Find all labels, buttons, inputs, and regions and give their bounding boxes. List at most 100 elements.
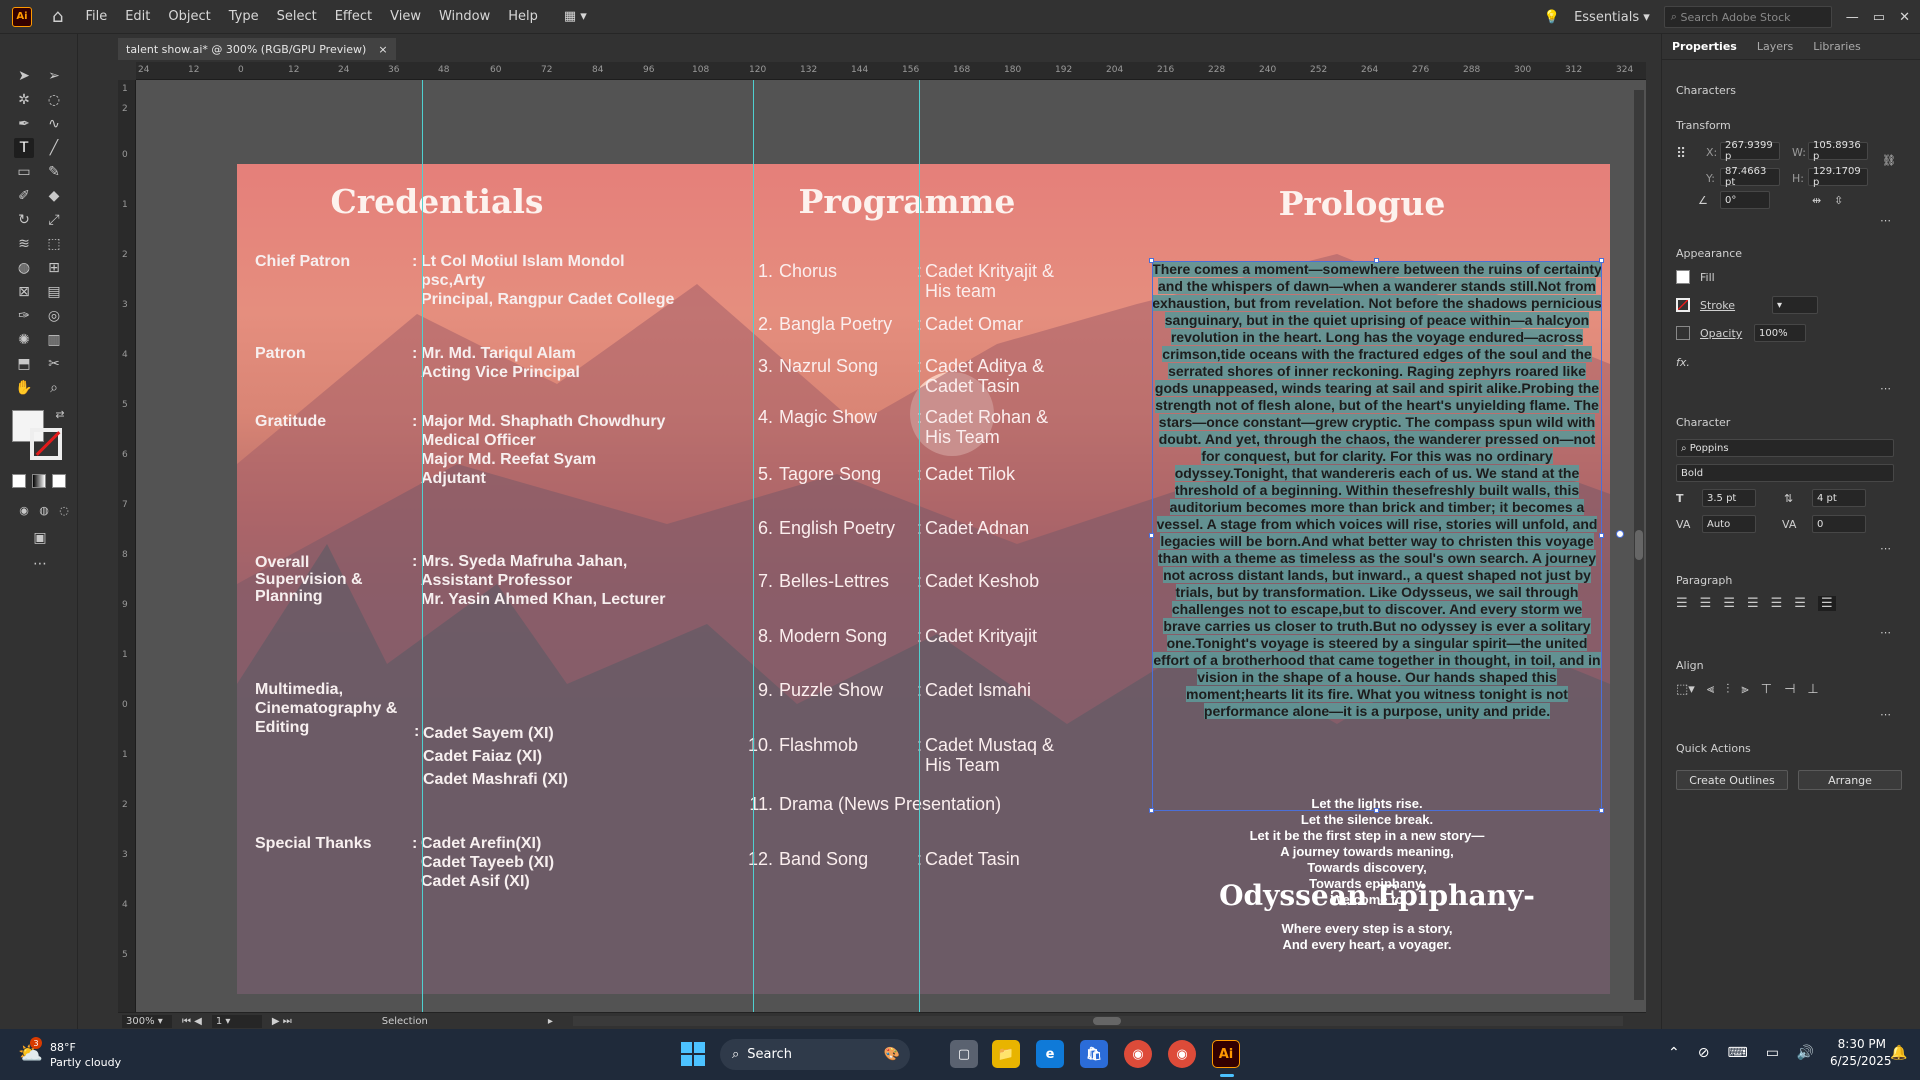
menu-effect[interactable]: Effect [335,9,372,24]
canvas-area[interactable]: Credentials Programme Prologue Chief Pat… [136,80,1646,1015]
workspace-switcher[interactable]: Essentials ▾ [1574,10,1650,25]
volume-icon[interactable]: 🔊 [1797,1045,1814,1061]
home-icon[interactable]: ⌂ [52,6,63,27]
column-graph-tool-icon[interactable]: ▥ [44,330,64,350]
paintbrush-tool-icon[interactable]: ✎ [44,162,64,182]
close-window-button[interactable]: ✕ [1899,10,1910,25]
draw-normal-icon[interactable]: ◉ [14,500,34,520]
fill-color-swatch[interactable] [1676,270,1690,284]
resize-handle[interactable] [1149,533,1154,538]
resize-handle[interactable] [1599,258,1604,263]
more-options-icon[interactable]: ⋯ [1880,382,1891,395]
arrange-documents-icon[interactable]: ▦ ▾ [564,9,587,24]
width-input[interactable]: 105.8936 p [1808,140,1868,162]
zoom-level[interactable]: 300% ▾ [122,1014,172,1028]
show-hidden-icons[interactable]: ⌃ [1668,1045,1680,1061]
hand-tool-icon[interactable]: ✋ [14,378,34,398]
draw-inside-icon[interactable]: ◌ [54,500,74,520]
direct-selection-tool-icon[interactable]: ➢ [44,66,64,86]
maximize-button[interactable]: ▭ [1873,10,1885,25]
justify-right-icon[interactable]: ☰ [1794,596,1806,611]
effects-icon[interactable]: fx. [1676,356,1690,369]
x-position-input[interactable]: 267.9399 p [1720,140,1780,162]
horizontal-ruler[interactable]: 24 12 0 12 24 36 48 60 72 84 96 108 120 … [136,62,1646,80]
clock[interactable]: 8:30 PM 6/25/2025 [1830,1037,1892,1068]
network-off-icon[interactable]: ⊘ [1698,1045,1710,1061]
opacity-input[interactable]: 100% [1754,324,1806,342]
scrollbar-thumb[interactable] [1092,1017,1121,1025]
resize-handle[interactable] [1599,533,1604,538]
gradient-tool-icon[interactable]: ▤ [44,282,64,302]
rectangle-tool-icon[interactable]: ▭ [14,162,34,182]
stroke-swatch[interactable] [30,428,62,460]
text-selection-bounding-box[interactable] [1152,261,1602,811]
horizontal-align-center-icon[interactable]: ⫶ [1726,682,1729,697]
more-options-icon[interactable]: ⋯ [1880,542,1891,555]
artboard[interactable]: Credentials Programme Prologue Chief Pat… [237,164,1610,994]
align-left-icon[interactable]: ☰ [1676,596,1688,611]
artboard-nav-next-icon[interactable]: ▶ ⏭ [272,1016,292,1027]
symbol-sprayer-tool-icon[interactable]: ✺ [14,330,34,350]
lasso-tool-icon[interactable]: ◌ [44,90,64,110]
chrome-icon[interactable]: ◉ [1124,1040,1152,1068]
eraser-tool-icon[interactable]: ◆ [44,186,64,206]
vertical-ruler[interactable]: 1 2 0 1 2 3 4 5 6 7 8 9 1 0 1 2 3 4 5 [118,80,136,1015]
slice-tool-icon[interactable]: ✂ [44,354,64,374]
artboard-nav-first-icon[interactable]: ⏮ ◀ [182,1016,202,1027]
resize-handle[interactable] [1149,258,1154,263]
flip-vertical-icon[interactable]: ⇳ [1834,194,1843,207]
guide-line[interactable] [422,80,423,1015]
mesh-tool-icon[interactable]: ⊠ [14,282,34,302]
menu-file[interactable]: File [85,9,107,24]
font-style-dropdown[interactable]: Bold [1676,464,1894,482]
perspective-grid-tool-icon[interactable]: ⊞ [44,258,64,278]
justify-center-icon[interactable]: ☰ [1771,596,1783,611]
more-options-icon[interactable]: ⋯ [1880,626,1891,639]
justify-left-icon[interactable]: ☰ [1747,596,1759,611]
stroke-weight-input[interactable]: ▾ [1772,296,1818,314]
task-view-icon[interactable]: ▢ [950,1040,978,1068]
flip-horizontal-icon[interactable]: ⇹ [1812,194,1821,207]
menu-help[interactable]: Help [508,9,538,24]
create-outlines-button[interactable]: Create Outlines [1676,770,1788,790]
arrange-button[interactable]: Arrange [1798,770,1902,790]
store-icon[interactable]: 🛍 [1080,1040,1108,1068]
shaper-tool-icon[interactable]: ✐ [14,186,34,206]
guide-line[interactable] [919,80,920,1015]
vertical-scrollbar[interactable] [1634,90,1644,1000]
selection-tool-icon[interactable]: ➤ [14,66,34,86]
constrain-proportions-icon[interactable]: ⛓ [1882,154,1896,167]
menu-type[interactable]: Type [229,9,259,24]
menu-select[interactable]: Select [277,9,317,24]
illustrator-taskbar-icon[interactable]: Ai [1212,1040,1240,1068]
file-explorer-icon[interactable]: 📁 [992,1040,1020,1068]
align-center-icon[interactable]: ☰ [1700,596,1712,611]
eyedropper-tool-icon[interactable]: ✑ [14,306,34,326]
align-right-icon[interactable]: ☰ [1723,596,1735,611]
align-to-icon[interactable]: ⬚▾ [1676,682,1695,697]
resize-handle[interactable] [1374,808,1379,813]
tab-libraries[interactable]: Libraries [1803,40,1871,53]
resize-handle[interactable] [1374,258,1379,263]
start-button[interactable] [681,1042,705,1066]
more-options-icon[interactable]: ⋯ [1880,708,1891,721]
pen-tool-icon[interactable]: ✒ [14,114,34,134]
text-overflow-port[interactable] [1616,530,1624,538]
warp-tool-icon[interactable]: ≋ [14,234,34,254]
artboard-tool-icon[interactable]: ⬒ [14,354,34,374]
leading-input[interactable]: 4 pt [1812,489,1866,507]
scrollbar-thumb[interactable] [1635,530,1643,560]
kerning-input[interactable]: Auto [1702,515,1756,533]
height-input[interactable]: 129.1709 p [1808,166,1868,188]
horizontal-align-left-icon[interactable]: ⫷ [1707,682,1714,697]
zoom-tool-icon[interactable]: ⌕ [44,378,64,398]
edit-toolbar-icon[interactable]: ⋯ [30,554,50,574]
guide-line[interactable] [753,80,754,1015]
y-position-input[interactable]: 87.4663 pt [1720,166,1780,188]
chrome-profile-icon[interactable]: ◉ [1168,1040,1196,1068]
font-size-input[interactable]: 3.5 pt [1702,489,1756,507]
stroke-label[interactable]: Stroke [1700,299,1735,312]
notifications-icon[interactable]: 🔔 [1890,1045,1907,1061]
type-tool-icon[interactable]: T [14,138,34,158]
justify-all-icon[interactable]: ☰ [1817,596,1836,611]
